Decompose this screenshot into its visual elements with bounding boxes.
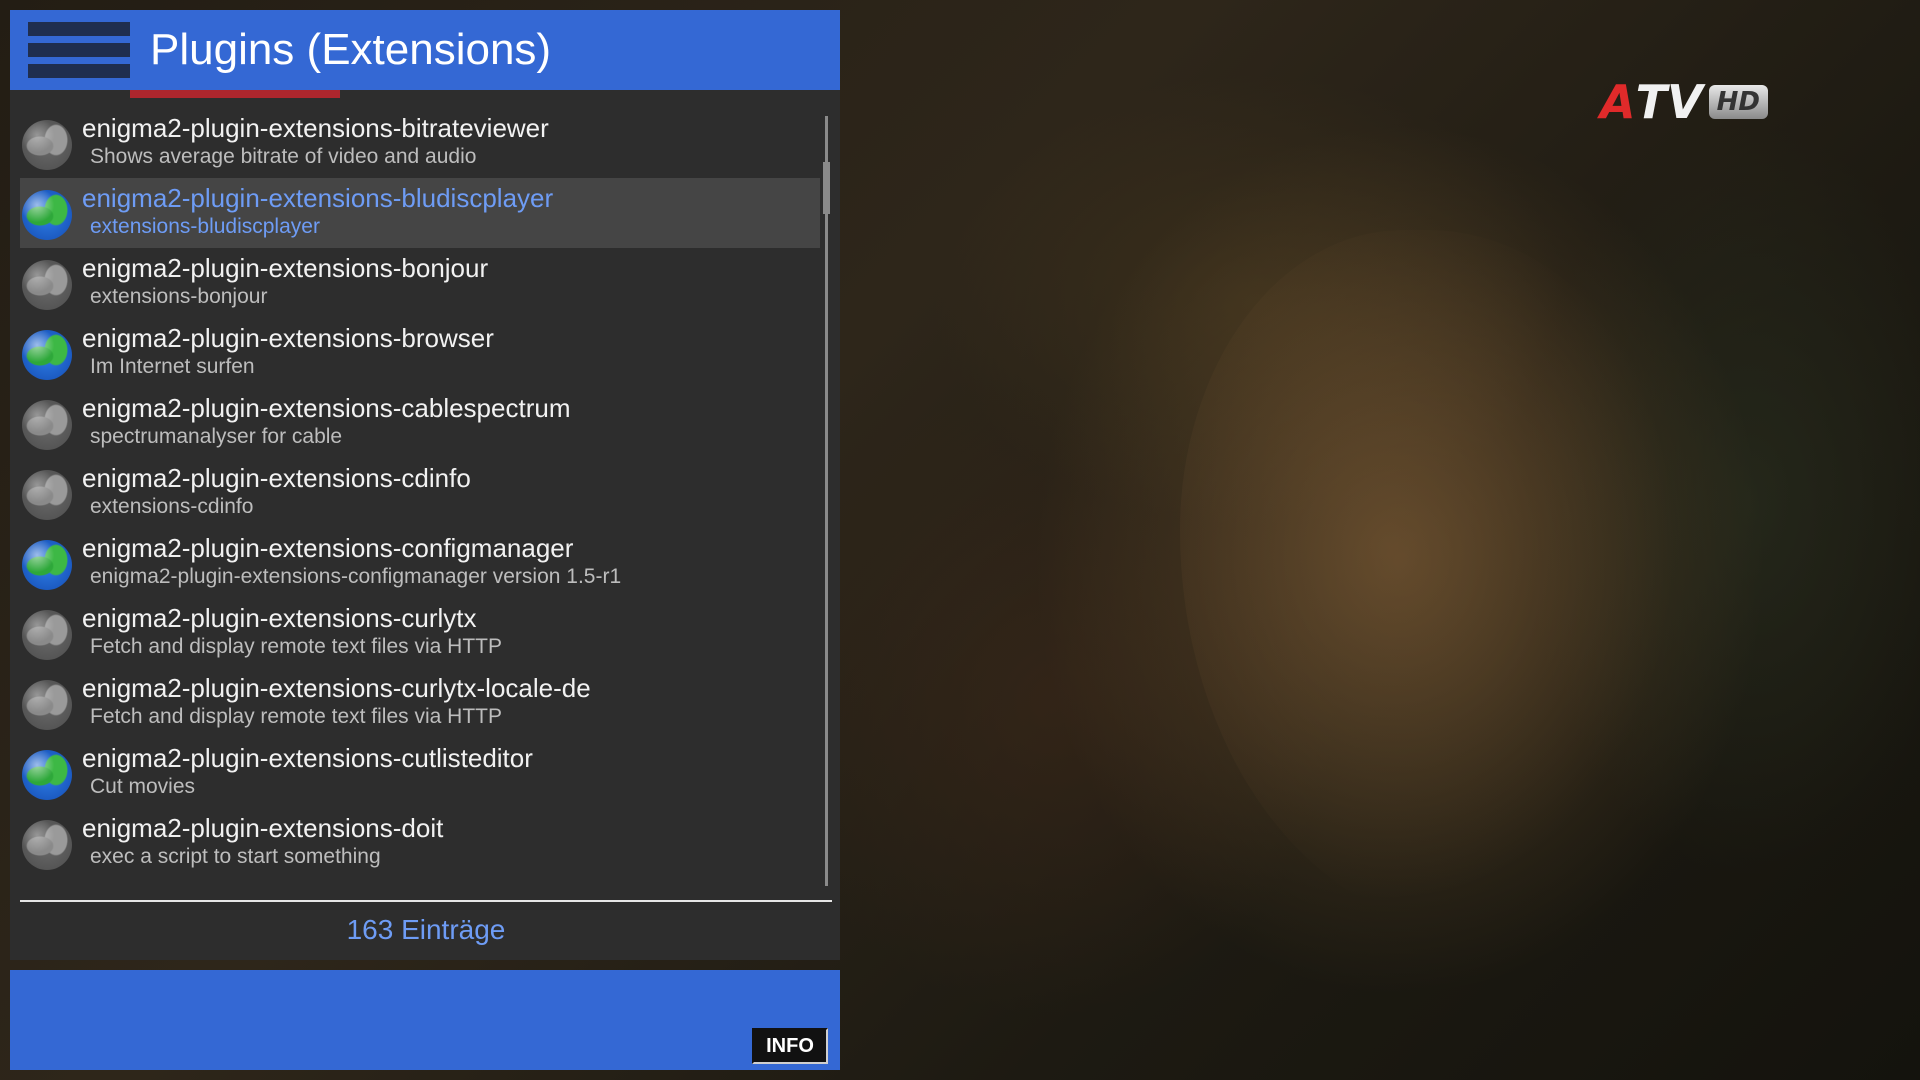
plugin-name: enigma2-plugin-extensions-doit [82, 813, 444, 843]
channel-logo-brand: TV [1635, 75, 1703, 129]
globe-icon [22, 330, 72, 380]
plugin-description: Fetch and display remote text files via … [90, 705, 502, 728]
list-item[interactable]: enigma2-plugin-extensions-bitrateviewer S… [20, 108, 820, 178]
plugin-description: Shows average bitrate of video and audio [90, 145, 477, 168]
plugin-name: enigma2-plugin-extensions-browser [82, 323, 494, 353]
header: Plugins (Extensions) [10, 10, 840, 90]
list-item[interactable]: enigma2-plugin-extensions-cdinfo extensio… [20, 458, 820, 528]
scrollbar-track[interactable] [825, 116, 828, 886]
menu-icon [28, 22, 130, 78]
plugin-description: Cut movies [90, 775, 196, 798]
globe-inactive-icon [22, 680, 72, 730]
globe-inactive-icon [22, 120, 72, 170]
plugin-name: enigma2-plugin-extensions-curlytx [82, 603, 477, 633]
plugin-name: enigma2-plugin-extensions-bitrateviewer [82, 113, 549, 143]
globe-icon [22, 750, 72, 800]
list-item[interactable]: enigma2-plugin-extensions-doit exec a scr… [20, 808, 820, 878]
plugin-description: exec a script to start something [90, 845, 381, 868]
page-title: Plugins (Extensions) [150, 25, 552, 74]
info-button[interactable]: INFO [752, 1028, 828, 1064]
globe-inactive-icon [22, 820, 72, 870]
plugin-description: enigma2-plugin-extensions-configmanager … [90, 565, 622, 588]
plugin-name: enigma2-plugin-extensions-cdinfo [82, 463, 471, 493]
plugin-description: Fetch and display remote text files via … [90, 635, 502, 658]
plugin-name: enigma2-plugin-extensions-bonjour [82, 253, 489, 283]
decorative-strip [130, 90, 340, 98]
globe-inactive-icon [22, 260, 72, 310]
plugin-description: extensions-cdinfo [90, 495, 254, 518]
channel-logo-hd-badge: HD [1708, 85, 1768, 119]
plugin-list-panel: enigma2-plugin-extensions-bitrateviewer S… [10, 90, 840, 960]
globe-icon [22, 540, 72, 590]
plugin-description: Im Internet surfen [90, 355, 255, 378]
plugin-list[interactable]: enigma2-plugin-extensions-bitrateviewer S… [20, 108, 820, 878]
plugin-description: extensions-bonjour [90, 285, 268, 308]
plugin-name: enigma2-plugin-extensions-cablespectrum [82, 393, 571, 423]
list-item[interactable]: enigma2-plugin-extensions-configmanager e… [20, 528, 820, 598]
plugin-name: enigma2-plugin-extensions-curlytx-locale… [82, 673, 591, 703]
list-item[interactable]: enigma2-plugin-extensions-curlytx-locale… [20, 668, 820, 738]
globe-inactive-icon [22, 610, 72, 660]
globe-inactive-icon [22, 470, 72, 520]
plugin-name: enigma2-plugin-extensions-cutlisteditor [82, 743, 533, 773]
footer-bar: INFO [10, 970, 840, 1070]
entry-count: 163 Einträge [346, 914, 506, 945]
globe-inactive-icon [22, 400, 72, 450]
channel-logo: A TV HD [1600, 75, 1768, 129]
scrollbar-thumb[interactable] [823, 162, 830, 214]
list-item[interactable]: enigma2-plugin-extensions-cutlisteditor C… [20, 738, 820, 808]
divider [20, 900, 832, 902]
list-item[interactable]: enigma2-plugin-extensions-bonjour extensi… [20, 248, 820, 318]
list-item[interactable]: enigma2-plugin-extensions-curlytx Fetch a… [20, 598, 820, 668]
plugin-name: enigma2-plugin-extensions-bludiscplayer [82, 183, 554, 213]
plugin-name: enigma2-plugin-extensions-configmanager [82, 533, 574, 563]
list-item[interactable]: enigma2-plugin-extensions-cablespectrum s… [20, 388, 820, 458]
list-item[interactable]: enigma2-plugin-extensions-bludiscplayer e… [20, 178, 820, 248]
list-item[interactable]: enigma2-plugin-extensions-browser Im Inte… [20, 318, 820, 388]
channel-logo-prefix: A [1600, 75, 1636, 129]
plugin-description: extensions-bludiscplayer [90, 215, 320, 238]
plugin-description: spectrumanalyser for cable [90, 425, 343, 448]
globe-icon [22, 190, 72, 240]
